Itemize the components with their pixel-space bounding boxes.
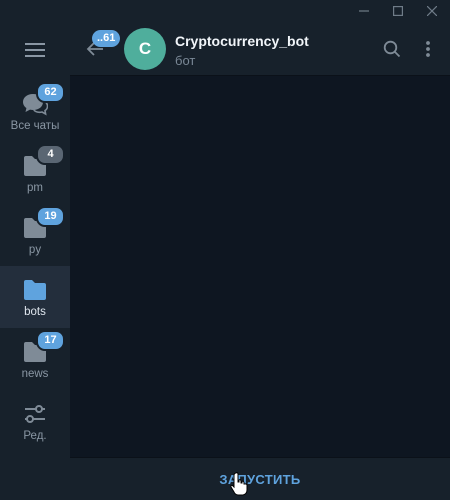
chat-header: ..61 C Cryptocurrency_bot бот	[70, 22, 450, 76]
chat-subtitle: бот	[175, 53, 196, 68]
hand-cursor-icon	[230, 472, 248, 496]
more-button[interactable]	[416, 37, 440, 61]
edit-sliders-icon	[25, 405, 45, 423]
telegram-window: 62 Все чаты 4 pm 19 py bots 17 news Ред.…	[0, 0, 450, 500]
maximize-button[interactable]	[382, 0, 414, 22]
folder-all-chats[interactable]: 62 Все чаты	[0, 80, 70, 142]
minimize-icon	[359, 10, 369, 12]
folder-edit[interactable]: Ред.	[0, 390, 70, 452]
unread-badge: 62	[36, 82, 65, 103]
folder-label: Ред.	[23, 430, 47, 442]
minimize-button[interactable]	[348, 0, 380, 22]
folder-label: news	[21, 368, 49, 380]
main-menu-button[interactable]	[0, 28, 70, 72]
hamburger-menu-icon	[25, 43, 45, 57]
maximize-icon	[393, 6, 403, 16]
folder-news[interactable]: 17 news	[0, 328, 70, 390]
folders-sidebar: 62 Все чаты 4 pm 19 py bots 17 news Ред.	[0, 22, 70, 500]
folder-bots[interactable]: bots	[0, 266, 70, 328]
chat-title[interactable]: Cryptocurrency_bot	[175, 33, 309, 49]
folder-label: py	[28, 244, 42, 256]
search-button[interactable]	[380, 37, 404, 61]
avatar[interactable]: C	[124, 28, 166, 70]
message-area[interactable]	[70, 77, 450, 457]
folder-label: Все чаты	[10, 120, 60, 132]
unread-badge: 4	[36, 144, 65, 165]
folder-label: pm	[27, 182, 43, 194]
unread-badge: 19	[36, 206, 65, 227]
folder-py[interactable]: 19 py	[0, 204, 70, 266]
close-icon	[427, 6, 437, 16]
unread-badge: ..61	[92, 30, 121, 47]
unread-badge: 17	[36, 330, 65, 351]
close-button[interactable]	[416, 0, 448, 22]
search-icon	[383, 40, 401, 58]
folder-pm[interactable]: 4 pm	[0, 142, 70, 204]
title-bar	[0, 0, 450, 22]
folder-icon	[24, 280, 46, 300]
folder-label: bots	[24, 306, 46, 318]
start-bar: ЗАПУСТИТЬ	[70, 457, 450, 500]
more-vertical-icon	[426, 41, 430, 57]
